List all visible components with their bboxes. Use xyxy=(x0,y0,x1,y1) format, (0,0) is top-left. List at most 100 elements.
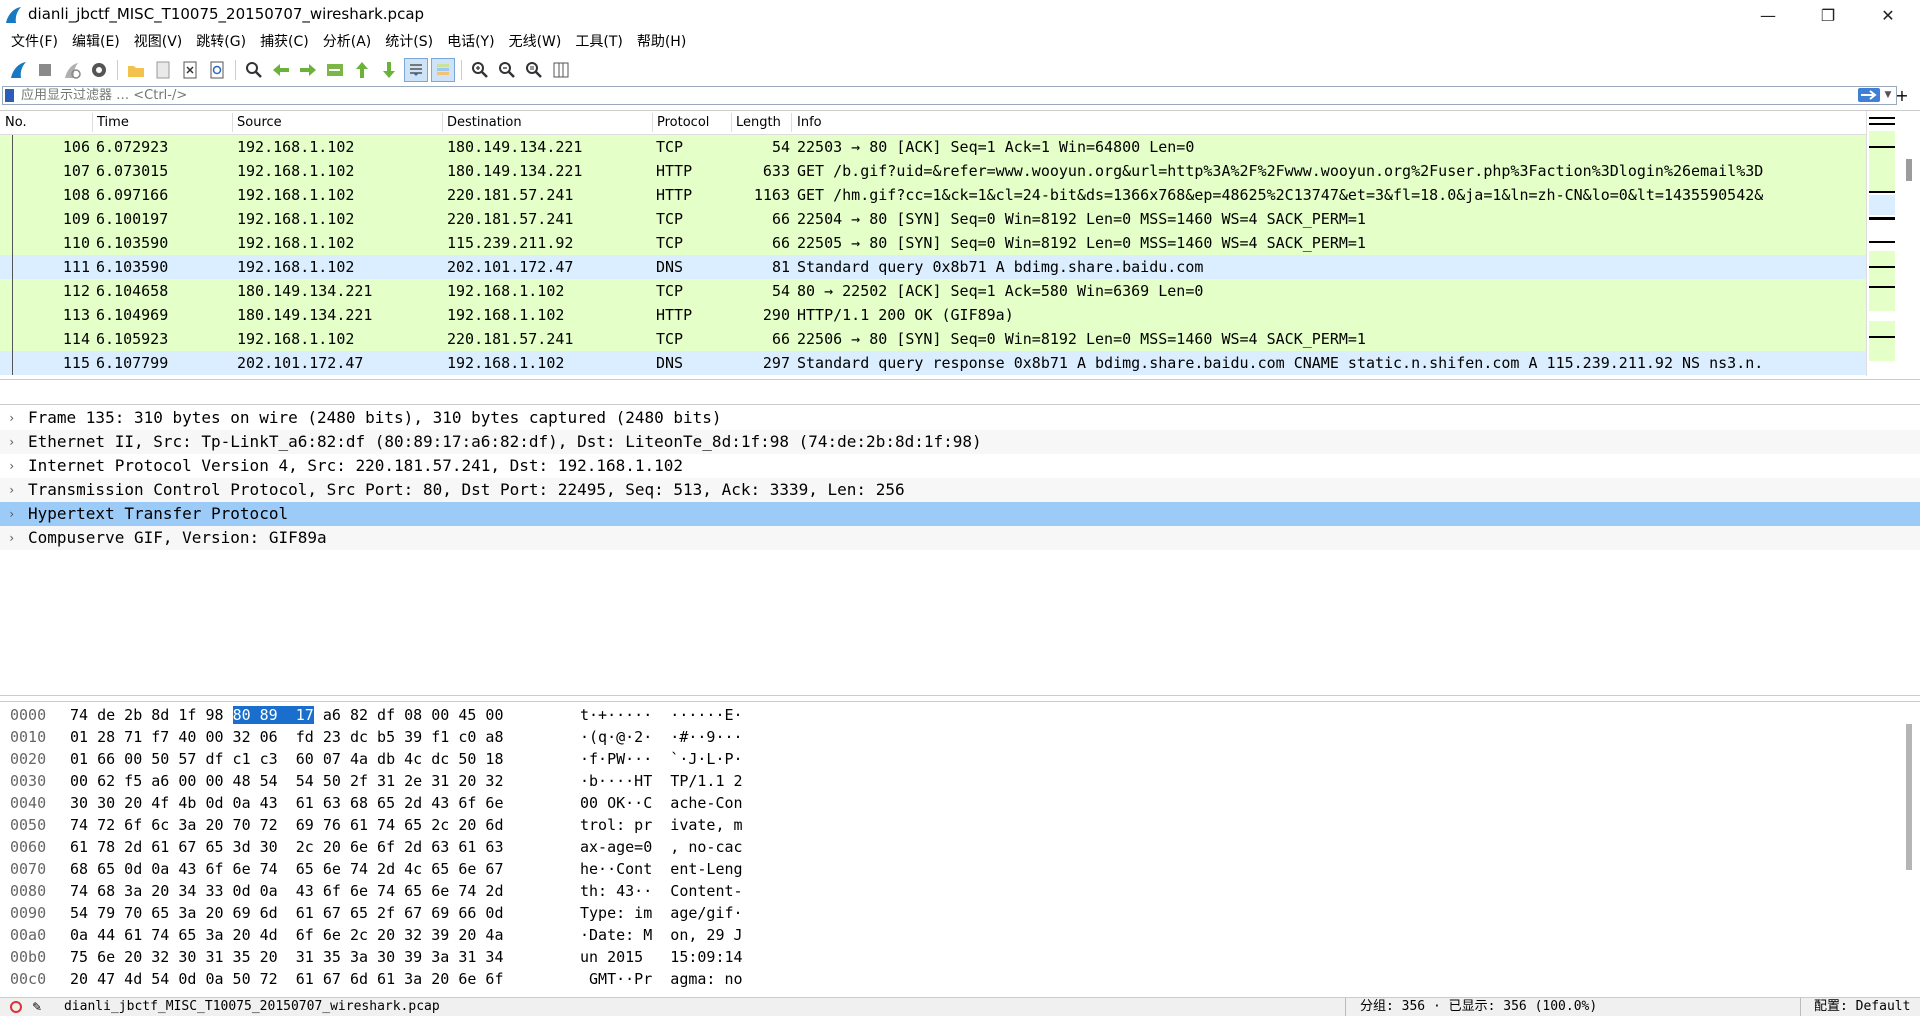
hex-ascii[interactable]: GMT··Pr agma: no xyxy=(580,968,743,990)
packet-row[interactable]: 112 6.104658 180.149.134.221 192.168.1.102 T… xyxy=(0,279,1866,303)
hex-bytes[interactable]: 74 68 3a 20 34 33 0d 0a 43 6f 6e 74 65 6… xyxy=(70,880,503,902)
shark-fin-start-icon[interactable] xyxy=(6,58,30,82)
go-forward-arrow-icon[interactable] xyxy=(296,58,320,82)
zoom-out-icon[interactable] xyxy=(495,58,519,82)
menu-edit[interactable]: 编辑(E) xyxy=(65,30,127,54)
column-header-length[interactable]: Length xyxy=(736,115,781,130)
normal-size-icon[interactable] xyxy=(522,58,546,82)
minimize-button[interactable]: — xyxy=(1740,0,1796,30)
bookmark-icon[interactable] xyxy=(5,89,14,102)
detail-tree-item[interactable]: › Ethernet II, Src: Tp-LinkT_a6:82:df (80… xyxy=(0,430,1920,454)
hex-bytes[interactable]: 68 65 0d 0a 43 6f 6e 74 65 6e 74 2d 4c 6… xyxy=(70,858,503,880)
packet-list-scrollbar[interactable] xyxy=(1900,111,1918,376)
hex-bytes[interactable]: 54 79 70 65 3a 20 69 6d 61 67 65 2f 67 6… xyxy=(70,902,503,924)
display-filter-input[interactable] xyxy=(21,87,1841,104)
find-magnifier-icon[interactable] xyxy=(242,58,266,82)
menu-tools[interactable]: 工具(T) xyxy=(568,30,629,54)
packet-row[interactable]: 110 6.103590 192.168.1.102 115.239.211.92 TC… xyxy=(0,231,1866,255)
chevron-right-icon[interactable]: › xyxy=(8,430,15,454)
hex-ascii[interactable]: t·+····· ······E· xyxy=(580,704,743,726)
hex-bytes[interactable]: 0a 44 61 74 65 3a 20 4d 6f 6e 2c 20 32 3… xyxy=(70,924,503,946)
options-gear-icon[interactable] xyxy=(87,58,111,82)
hex-ascii[interactable]: trol: pr ivate, m xyxy=(580,814,743,836)
hex-ascii[interactable]: ·f·PW··· `·J·L·P· xyxy=(580,748,743,770)
chevron-right-icon[interactable]: › xyxy=(8,502,15,526)
hex-bytes[interactable]: 74 72 6f 6c 3a 20 70 72 69 76 61 74 65 2… xyxy=(70,814,503,836)
hex-bytes[interactable]: 61 78 2d 61 67 65 3d 30 2c 20 6e 6f 2d 6… xyxy=(70,836,503,858)
hex-bytes[interactable]: 30 30 20 4f 4b 0d 0a 43 61 63 68 65 2d 4… xyxy=(70,792,503,814)
menu-statistics[interactable]: 统计(S) xyxy=(378,30,440,54)
detail-tree-item[interactable]: › Frame 135: 310 bytes on wire (2480 bits… xyxy=(0,406,1920,430)
chevron-right-icon[interactable]: › xyxy=(8,478,15,502)
column-header-destination[interactable]: Destination xyxy=(447,115,522,130)
chevron-right-icon[interactable]: › xyxy=(8,406,15,430)
hex-bytes[interactable]: 75 6e 20 32 30 31 35 20 31 35 3a 30 39 3… xyxy=(70,946,503,968)
packet-cell-info: GET /b.gif?uid=&refer=www.wooyun.org&url… xyxy=(797,162,1764,180)
hex-ascii[interactable]: he··Cont ent-Leng xyxy=(580,858,743,880)
packet-row[interactable]: 115 6.107799 202.101.172.47 192.168.1.102 DN… xyxy=(0,351,1866,375)
hex-ascii[interactable]: th: 43·· Content- xyxy=(580,880,743,902)
save-file-icon[interactable] xyxy=(151,58,175,82)
go-to-packet-icon[interactable] xyxy=(323,58,347,82)
menu-analyze[interactable]: 分析(A) xyxy=(316,30,379,54)
hex-ascii[interactable]: ·(q·@·2· ·#··9··· xyxy=(580,726,743,748)
expert-info-icon[interactable] xyxy=(10,1001,22,1013)
packet-row[interactable]: 113 6.104969 180.149.134.221 192.168.1.102 H… xyxy=(0,303,1866,327)
stop-icon[interactable] xyxy=(33,58,57,82)
column-header-info[interactable]: Info xyxy=(797,115,822,130)
hex-ascii[interactable]: un 2015 15:09:14 xyxy=(580,946,743,968)
menu-telephony[interactable]: 电话(Y) xyxy=(440,30,501,54)
hex-ascii[interactable]: ·b····HT TP/1.1 2 xyxy=(580,770,743,792)
hex-bytes[interactable]: 00 62 f5 a6 00 00 48 54 54 50 2f 31 2e 3… xyxy=(70,770,503,792)
status-profile[interactable]: 配置: Default xyxy=(1814,998,1910,1016)
bytes-scrollbar[interactable] xyxy=(1906,724,1912,870)
hex-bytes[interactable]: 74 de 2b 8d 1f 98 80 89 17 a6 82 df 08 0… xyxy=(70,704,504,726)
packet-row[interactable]: 106 6.072923 192.168.1.102 180.149.134.221 T… xyxy=(0,135,1866,159)
packet-row[interactable]: 114 6.105923 192.168.1.102 220.181.57.241 TC… xyxy=(0,327,1866,351)
detail-tree-item[interactable]: › Internet Protocol Version 4, Src: 220.1… xyxy=(0,454,1920,478)
chevron-right-icon[interactable]: › xyxy=(8,454,15,478)
packet-minimap[interactable] xyxy=(1866,111,1897,376)
restart-icon[interactable] xyxy=(60,58,84,82)
edit-comment-icon[interactable]: ✎ xyxy=(32,998,42,1016)
column-header-no[interactable]: No. xyxy=(5,115,27,130)
column-header-protocol[interactable]: Protocol xyxy=(657,115,709,130)
close-window-button[interactable]: ✕ xyxy=(1860,0,1916,30)
menu-capture[interactable]: 捕获(C) xyxy=(253,30,316,54)
last-packet-icon[interactable] xyxy=(377,58,401,82)
first-packet-icon[interactable] xyxy=(350,58,374,82)
menu-help[interactable]: 帮助(H) xyxy=(630,30,693,54)
add-filter-button[interactable]: + xyxy=(1892,86,1912,105)
auto-scroll-icon[interactable] xyxy=(404,58,428,82)
hex-ascii[interactable]: ax-age=0 , no-cac xyxy=(580,836,743,858)
menu-go[interactable]: 跳转(G) xyxy=(189,30,253,54)
hex-ascii[interactable]: 00 OK··C ache-Con xyxy=(580,792,743,814)
open-folder-icon[interactable] xyxy=(124,58,148,82)
menu-view[interactable]: 视图(V) xyxy=(127,30,190,54)
close-file-icon[interactable] xyxy=(178,58,202,82)
packet-row[interactable]: 108 6.097166 192.168.1.102 220.181.57.241 HT… xyxy=(0,183,1866,207)
packet-row[interactable]: 111 6.103590 192.168.1.102 202.101.172.47 DN… xyxy=(0,255,1866,279)
restore-button[interactable]: ❐ xyxy=(1800,0,1856,30)
column-header-time[interactable]: Time xyxy=(97,115,129,130)
menu-wireless[interactable]: 无线(W) xyxy=(502,30,569,54)
hex-ascii[interactable]: ·Date: M on, 29 J xyxy=(580,924,743,946)
resize-columns-icon[interactable] xyxy=(549,58,573,82)
column-header-source[interactable]: Source xyxy=(237,115,282,130)
zoom-in-icon[interactable] xyxy=(468,58,492,82)
reload-icon[interactable] xyxy=(205,58,229,82)
go-back-arrow-icon[interactable] xyxy=(269,58,293,82)
colorize-icon[interactable] xyxy=(431,58,455,82)
hex-bytes[interactable]: 01 28 71 f7 40 00 32 06 fd 23 dc b5 39 f… xyxy=(70,726,503,748)
hex-bytes[interactable]: 20 47 4d 54 0d 0a 50 72 61 67 6d 61 3a 2… xyxy=(70,968,503,990)
hex-bytes[interactable]: 01 66 00 50 57 df c1 c3 60 07 4a db 4c d… xyxy=(70,748,503,770)
hex-ascii[interactable]: Type: im age/gif· xyxy=(580,902,743,924)
apply-filter-arrow-icon[interactable] xyxy=(1858,88,1880,102)
packet-row[interactable]: 107 6.073015 192.168.1.102 180.149.134.221 H… xyxy=(0,159,1866,183)
detail-tree-item[interactable]: › Compuserve GIF, Version: GIF89a xyxy=(0,526,1920,550)
detail-tree-item[interactable]: › Transmission Control Protocol, Src Port… xyxy=(0,478,1920,502)
packet-row[interactable]: 109 6.100197 192.168.1.102 220.181.57.241 TC… xyxy=(0,207,1866,231)
detail-tree-item[interactable]: › Hypertext Transfer Protocol xyxy=(0,502,1920,526)
menu-file[interactable]: 文件(F) xyxy=(4,30,65,54)
chevron-right-icon[interactable]: › xyxy=(8,526,15,550)
